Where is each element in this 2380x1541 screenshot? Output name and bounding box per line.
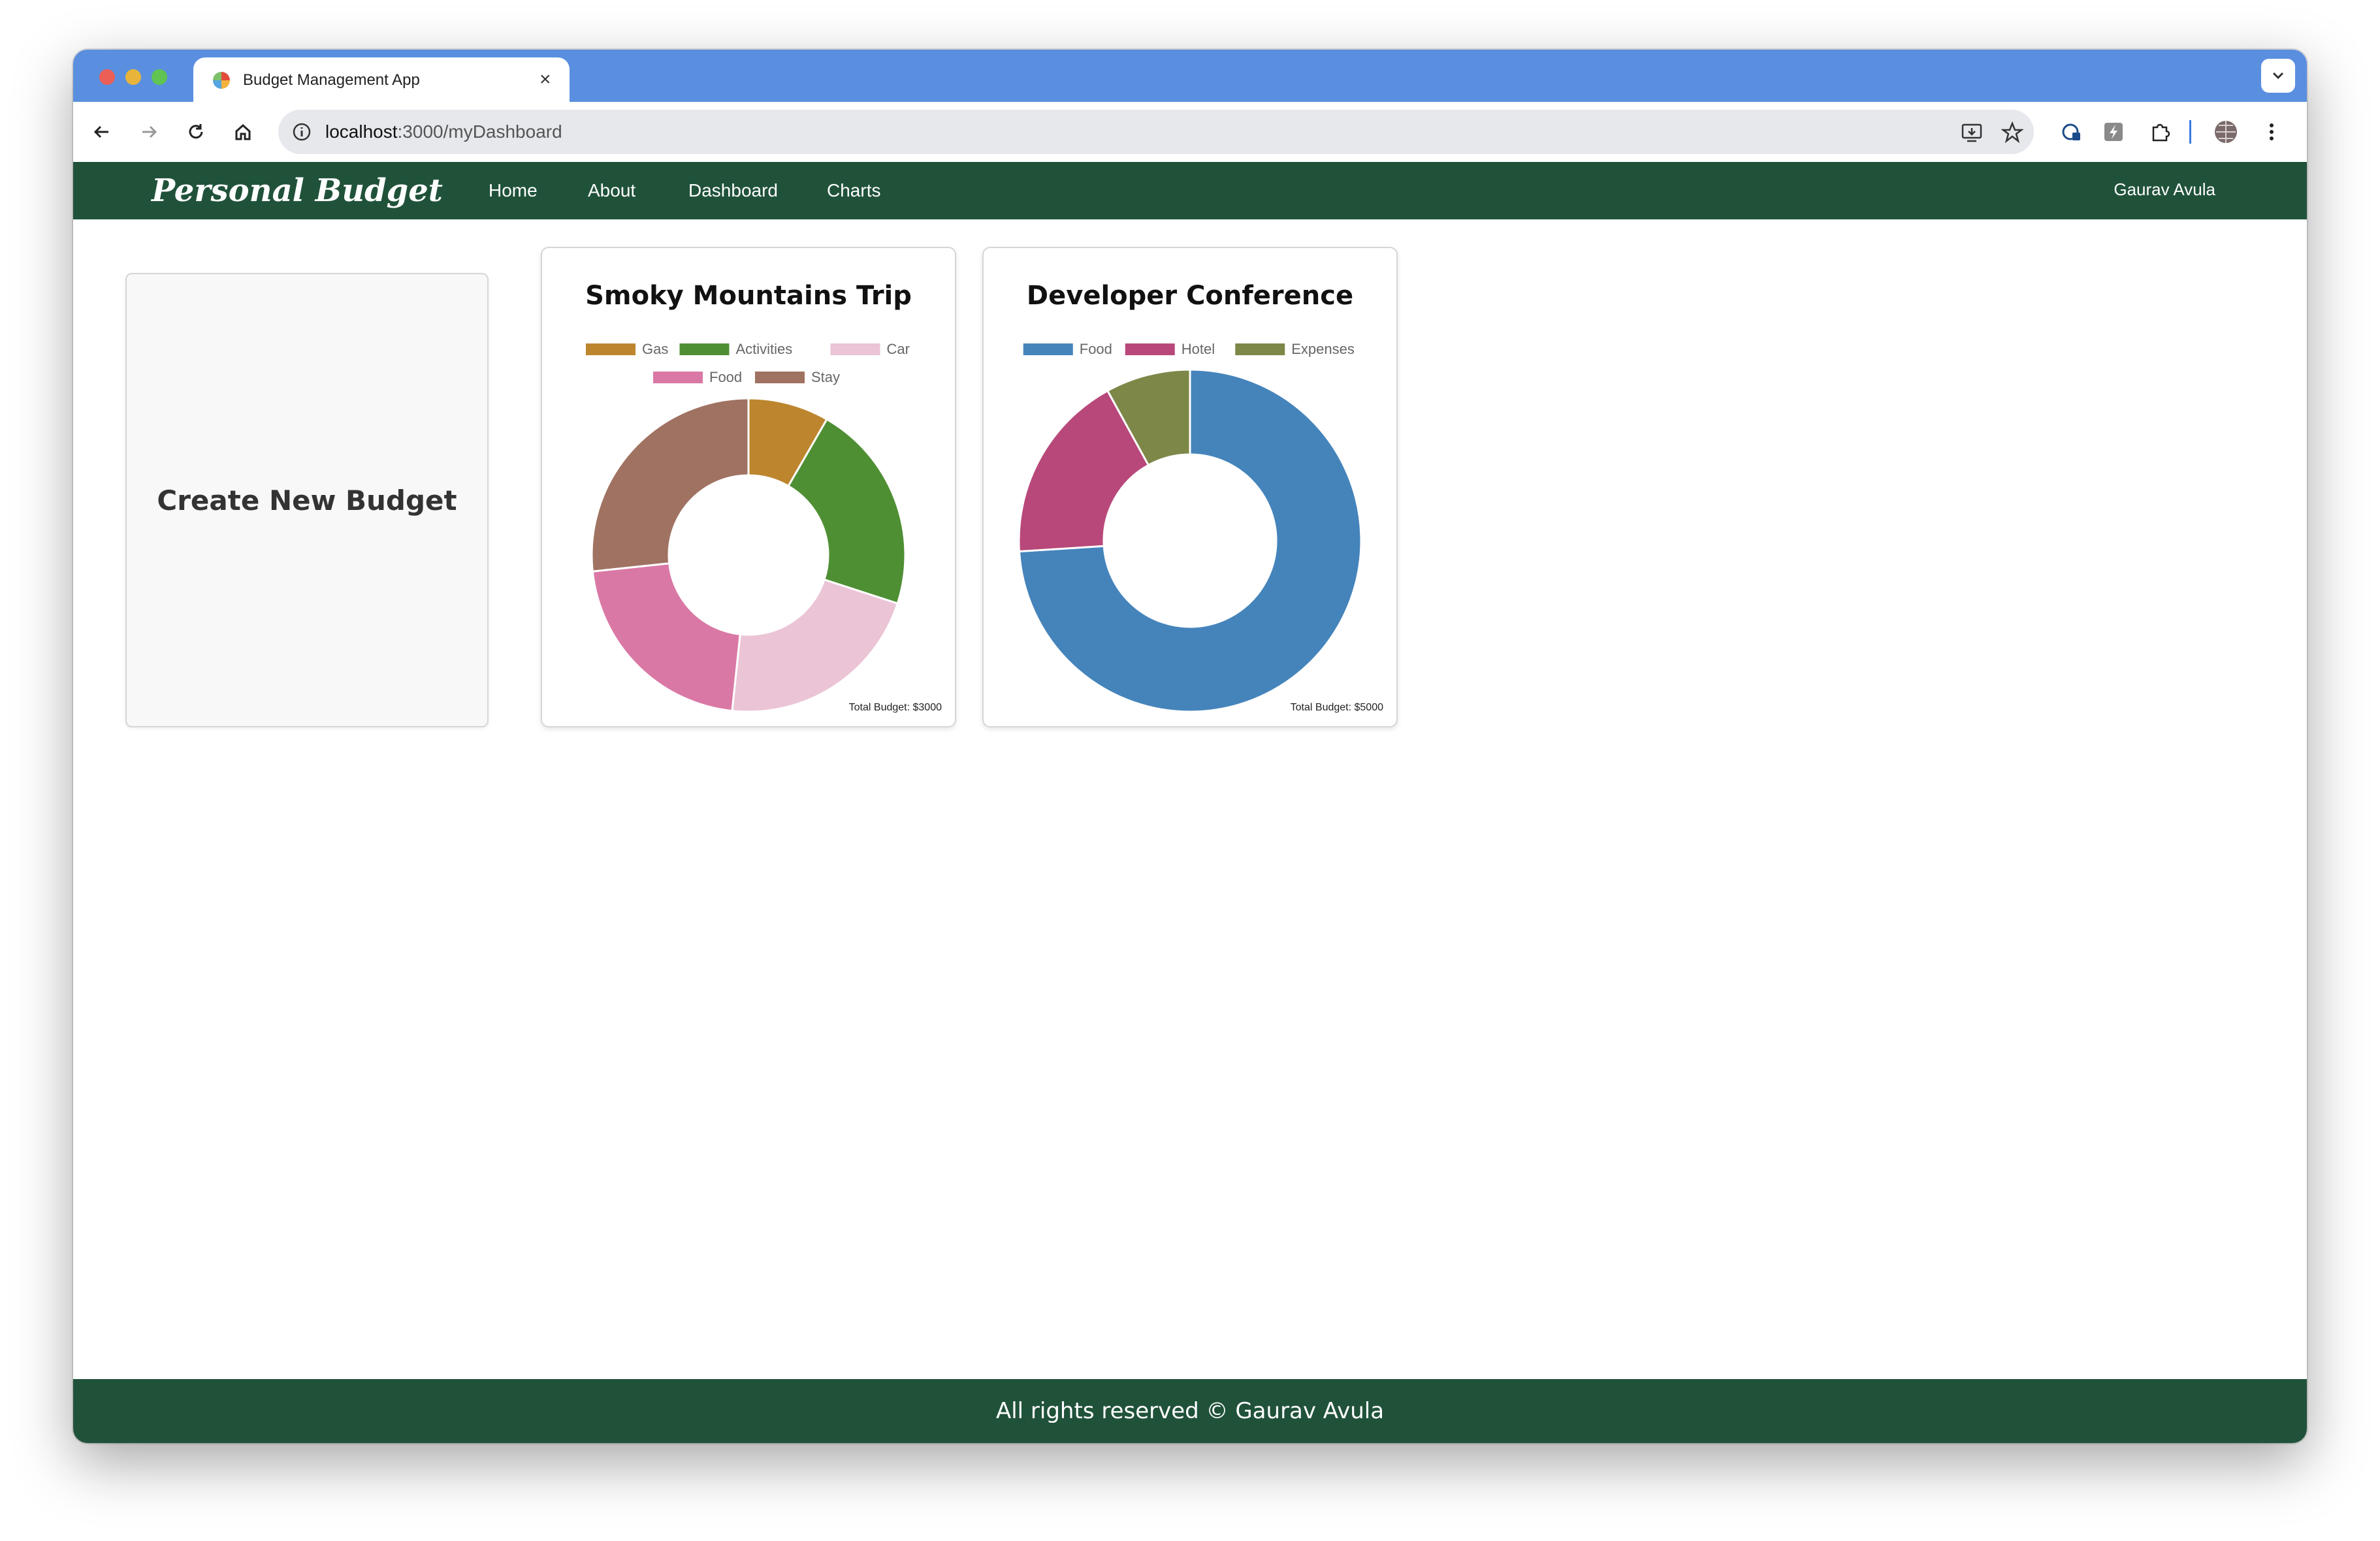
address-bar[interactable]: localhost:3000/myDashboard xyxy=(278,110,2034,154)
legend-label: Hotel xyxy=(1182,341,1215,357)
budget-card-smoky-mountains[interactable]: Smoky Mountains Trip Gas Activities Car Foo… xyxy=(541,247,956,727)
legend-swatch xyxy=(679,343,730,355)
tab-bar: Budget Management App × + xyxy=(73,50,2307,102)
legend-label: Stay xyxy=(811,369,840,385)
extension-password-icon[interactable] xyxy=(2055,115,2089,149)
minimize-window-button[interactable] xyxy=(125,69,141,85)
legend-label: Activities xyxy=(736,341,793,357)
create-budget-label: Create New Budget xyxy=(157,484,457,516)
legend-swatch xyxy=(586,343,635,355)
user-name[interactable]: Gaurav Avula xyxy=(2114,178,2215,201)
arrow-left-icon xyxy=(93,125,108,138)
arrow-right-icon xyxy=(142,125,157,138)
legend-item[interactable]: Expenses xyxy=(1235,341,1355,357)
legend-swatch xyxy=(1125,343,1175,355)
legend-item[interactable]: Car xyxy=(830,341,910,357)
toolbar-divider xyxy=(2189,120,2191,144)
maximize-window-button[interactable] xyxy=(152,69,167,85)
legend-swatch xyxy=(1023,343,1073,355)
home-button[interactable] xyxy=(226,115,260,149)
nav-link-dashboard[interactable]: Dashboard xyxy=(688,179,778,202)
site-info-icon[interactable] xyxy=(291,121,312,142)
tab-close-icon[interactable]: × xyxy=(539,67,551,93)
total-budget-label: Total Budget: $3000 xyxy=(848,702,942,713)
browser-toolbar: localhost:3000/myDashboard xyxy=(73,102,2307,163)
reload-button[interactable] xyxy=(179,115,213,149)
legend-item[interactable]: Food xyxy=(653,369,742,385)
page-content: Personal Budget Home About Dashboard Cha… xyxy=(73,162,2307,1443)
nav-link-about[interactable]: About xyxy=(588,179,635,202)
legend-label: Food xyxy=(709,369,742,385)
tab-search-button[interactable] xyxy=(2261,59,2295,93)
legend-swatch xyxy=(1235,343,1285,355)
legend-label: Gas xyxy=(642,341,668,357)
chart-slice-food[interactable] xyxy=(591,562,741,712)
home-icon xyxy=(235,123,251,140)
browser-menu-icon[interactable] xyxy=(2255,115,2289,149)
profile-avatar-icon[interactable] xyxy=(2209,115,2243,149)
bookmark-star-icon[interactable] xyxy=(2001,121,2023,144)
browser-window: Budget Management App × + localhost:3000… xyxy=(73,50,2307,1443)
total-budget-label: Total Budget: $5000 xyxy=(1290,702,1383,713)
create-budget-card[interactable]: Create New Budget xyxy=(125,273,489,727)
legend-label: Food xyxy=(1080,341,1112,357)
nav-link-charts[interactable]: Charts xyxy=(827,179,880,202)
install-app-icon[interactable] xyxy=(1961,121,1983,144)
extension-lightning-icon[interactable] xyxy=(2097,115,2131,149)
app-favicon-icon xyxy=(213,72,230,89)
brand-logo[interactable]: Personal Budget xyxy=(152,171,443,210)
budget-card-developer-conference[interactable]: Developer Conference Food Hotel Expenses T… xyxy=(982,247,1398,727)
page-footer: All rights reserved © Gaurav Avula xyxy=(73,1379,2307,1443)
chart-slice-car[interactable] xyxy=(731,578,899,713)
doughnut-chart: Gas Activities Car Food Stay xyxy=(586,341,910,713)
tab-title: Budget Management App xyxy=(243,71,420,89)
reload-icon xyxy=(189,124,203,139)
extensions-puzzle-icon[interactable] xyxy=(2144,115,2178,149)
legend-label: Car xyxy=(887,341,910,357)
doughnut-chart: Food Hotel Expenses xyxy=(1018,341,1362,713)
legend-item[interactable]: Food xyxy=(1023,341,1112,357)
legend-swatch xyxy=(830,343,880,355)
legend-label: Expenses xyxy=(1291,341,1355,357)
nav-link-home[interactable]: Home xyxy=(489,179,538,202)
legend-item[interactable]: Gas xyxy=(586,341,668,357)
legend-swatch xyxy=(653,372,703,383)
back-button[interactable] xyxy=(85,115,119,149)
close-window-button[interactable] xyxy=(99,69,115,85)
chevron-down-icon xyxy=(2272,72,2284,80)
legend-item[interactable]: Activities xyxy=(679,341,793,357)
top-navbar: Personal Budget Home About Dashboard Cha… xyxy=(73,162,2307,219)
legend-item[interactable]: Hotel xyxy=(1125,341,1215,357)
legend-swatch xyxy=(755,372,805,383)
forward-button[interactable] xyxy=(132,115,166,149)
chart-slice-stay[interactable] xyxy=(590,397,750,573)
new-tab-icon[interactable]: + xyxy=(511,59,526,91)
footer-text: All rights reserved © Gaurav Avula xyxy=(995,1398,1385,1424)
url-text: localhost:3000/myDashboard xyxy=(325,121,562,142)
legend-item[interactable]: Stay xyxy=(755,369,840,385)
